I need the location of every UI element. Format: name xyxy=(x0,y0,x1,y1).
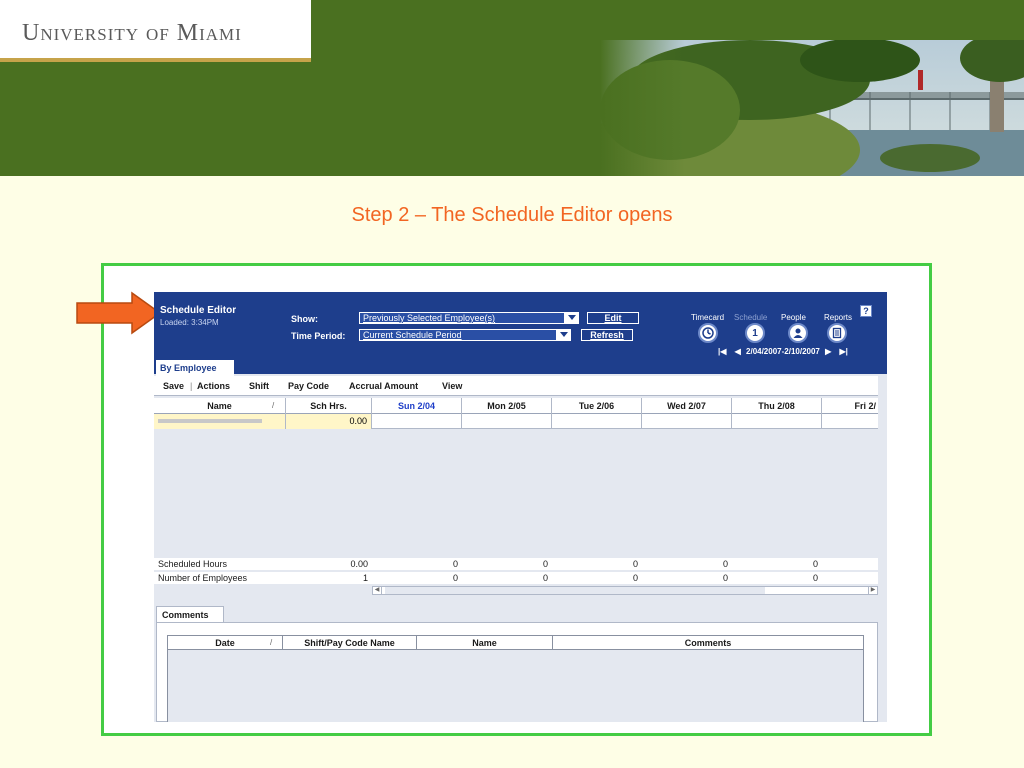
col-comments[interactable]: Comments xyxy=(553,636,863,650)
loaded-time: Loaded: 3:34PM xyxy=(160,318,219,327)
schedule-editor-window: Schedule Editor Loaded: 3:34PM Show: Pre… xyxy=(154,292,887,722)
scheduled-hours-tue: 0 xyxy=(632,559,638,569)
scheduled-hours-thu: 0 xyxy=(812,559,818,569)
scheduled-hours-mon: 0 xyxy=(542,559,548,569)
refresh-button[interactable]: Refresh xyxy=(581,329,633,341)
menu-separator: | xyxy=(190,381,193,391)
col-fri[interactable]: Fri 2/ xyxy=(822,398,878,414)
menu-pay-code[interactable]: Pay Code xyxy=(288,381,329,391)
employees-total: 1 xyxy=(362,573,368,583)
comments-table-header: Date / Shift/Pay Code Name Name Comments xyxy=(168,636,863,650)
scheduled-hours-total: 0.00 xyxy=(350,559,368,569)
comments-table: Date / Shift/Pay Code Name Name Comments xyxy=(167,635,864,722)
menu-accrual-amount[interactable]: Accrual Amount xyxy=(349,381,418,391)
col-name[interactable]: Name xyxy=(417,636,553,650)
app-title: Schedule Editor xyxy=(160,305,237,316)
tue-cell[interactable] xyxy=(552,414,642,429)
scrollbar-thumb[interactable] xyxy=(385,587,765,594)
scheduled-hours-wed: 0 xyxy=(722,559,728,569)
show-label: Show: xyxy=(291,314,318,324)
sch-hrs-cell[interactable]: 0.00 xyxy=(286,414,372,429)
first-period-icon[interactable]: |◀ xyxy=(718,347,726,356)
scheduled-hours-label: Scheduled Hours xyxy=(158,559,228,569)
nav-label-timecard[interactable]: Timecard xyxy=(691,313,724,322)
tab-comments[interactable]: Comments xyxy=(156,606,224,622)
nav-label-people[interactable]: People xyxy=(781,313,806,322)
logo-underline xyxy=(0,58,311,62)
edit-button[interactable]: Edit xyxy=(587,312,639,324)
schedule-grid-header: Name / Sch Hrs. Sun 2/04 Mon 2/05 Tue 2/… xyxy=(154,398,878,414)
employees-sun: 0 xyxy=(452,573,458,583)
period-navigator: |◀ ◀ 2/04/2007-2/10/2007 ▶ ▶| xyxy=(718,347,848,356)
help-icon[interactable]: ? xyxy=(860,305,872,317)
wed-cell[interactable] xyxy=(642,414,732,429)
scheduled-hours-sun: 0 xyxy=(452,559,458,569)
time-period-select[interactable]: Current Schedule Period xyxy=(359,329,557,341)
schedule-grid-empty-area xyxy=(154,429,878,557)
nav-label-schedule[interactable]: Schedule xyxy=(734,313,767,322)
redacted-name xyxy=(158,419,262,423)
col-tue[interactable]: Tue 2/06 xyxy=(552,398,642,414)
table-row[interactable]: 0.00 xyxy=(154,414,878,429)
employees-tue: 0 xyxy=(632,573,638,583)
col-mon[interactable]: Mon 2/05 xyxy=(462,398,552,414)
time-period-dropdown-icon[interactable] xyxy=(557,329,571,341)
scroll-right-icon[interactable]: ▶ xyxy=(868,587,877,594)
sun-cell[interactable] xyxy=(372,414,462,429)
schedule-calendar-icon[interactable]: 1 xyxy=(745,323,765,343)
horizontal-scrollbar[interactable]: ◀ ▶ xyxy=(372,586,878,595)
col-sch-hrs[interactable]: Sch Hrs. xyxy=(286,398,372,414)
number-of-employees-row: Number of Employees 1 0 0 0 0 0 xyxy=(154,572,878,584)
university-logo-text: University of Miami xyxy=(22,20,242,46)
thu-cell[interactable] xyxy=(732,414,822,429)
menu-view[interactable]: View xyxy=(442,381,462,391)
people-person-icon[interactable] xyxy=(788,323,808,343)
employees-mon: 0 xyxy=(542,573,548,583)
date-sort-indicator[interactable]: / xyxy=(270,638,272,647)
next-period-icon[interactable]: ▶ xyxy=(825,347,831,356)
pointer-arrow-icon xyxy=(76,291,162,335)
mon-cell[interactable] xyxy=(462,414,552,429)
col-name[interactable]: Name xyxy=(154,398,286,414)
show-select[interactable]: Previously Selected Employee(s) xyxy=(359,312,565,324)
timecard-clock-icon[interactable] xyxy=(698,323,718,343)
menu-shift[interactable]: Shift xyxy=(249,381,269,391)
last-period-icon[interactable]: ▶| xyxy=(839,347,847,356)
slide-title: Step 2 – The Schedule Editor opens xyxy=(351,204,673,226)
header-banner: University of Miami xyxy=(0,0,1024,176)
previous-period-icon[interactable]: ◀ xyxy=(735,347,741,356)
col-thu[interactable]: Thu 2/08 xyxy=(732,398,822,414)
app-toolbar: Schedule Editor Loaded: 3:34PM Show: Pre… xyxy=(154,292,887,374)
reports-document-icon[interactable] xyxy=(827,323,847,343)
col-sun[interactable]: Sun 2/04 xyxy=(372,398,462,414)
scheduled-hours-row: Scheduled Hours 0.00 0 0 0 0 0 xyxy=(154,558,878,570)
time-period-label: Time Period: xyxy=(291,331,346,341)
comments-panel: Date / Shift/Pay Code Name Name Comments xyxy=(156,622,878,722)
tab-by-employee[interactable]: By Employee xyxy=(156,360,234,376)
col-wed[interactable]: Wed 2/07 xyxy=(642,398,732,414)
fri-cell[interactable] xyxy=(822,414,878,429)
nav-label-reports[interactable]: Reports xyxy=(824,313,852,322)
menu-bar: Save | Actions Shift Pay Code Accrual Am… xyxy=(154,376,878,396)
col-date[interactable]: Date xyxy=(168,636,283,650)
logo-box: University of Miami xyxy=(0,0,311,58)
campus-photo xyxy=(600,40,1024,176)
employees-label: Number of Employees xyxy=(158,573,248,583)
show-dropdown-icon[interactable] xyxy=(565,312,579,324)
menu-save[interactable]: Save xyxy=(163,381,184,391)
employees-thu: 0 xyxy=(812,573,818,583)
period-range: 2/04/2007-2/10/2007 xyxy=(746,347,820,356)
col-shift-pay-code-name[interactable]: Shift/Pay Code Name xyxy=(283,636,417,650)
menu-actions[interactable]: Actions xyxy=(197,381,230,391)
employees-wed: 0 xyxy=(722,573,728,583)
name-sort-indicator[interactable]: / xyxy=(272,401,274,410)
employee-name-cell[interactable] xyxy=(154,414,286,429)
scroll-left-icon[interactable]: ◀ xyxy=(373,587,382,594)
